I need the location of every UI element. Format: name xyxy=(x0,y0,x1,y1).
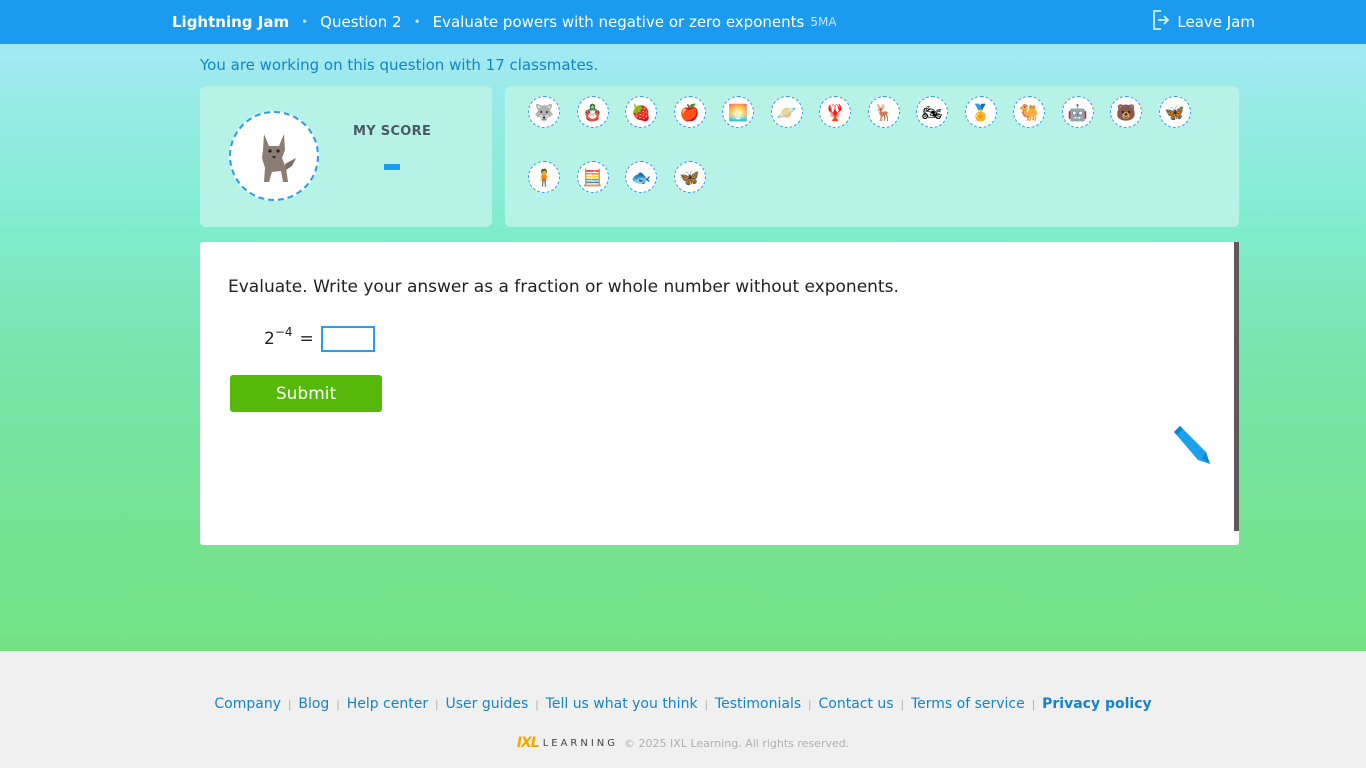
sunset-icon: 🌅 xyxy=(728,102,748,122)
footer-separator: | xyxy=(1031,700,1036,711)
footer-link-help-center[interactable]: Help center xyxy=(347,696,428,712)
deer-icon: 🦌 xyxy=(873,102,894,122)
classmates-status: You are working on this question with 17… xyxy=(200,56,599,74)
footer-link-contact-us[interactable]: Contact us xyxy=(819,696,894,712)
peer-avatar-yellow-butterfly: 🦋 xyxy=(673,161,706,193)
skill-code: 5MA xyxy=(810,15,837,29)
equation: 2 −4 = xyxy=(264,325,375,353)
peer-avatar-bear: 🐻 xyxy=(1110,96,1142,128)
peer-avatar-badge: 🏅 xyxy=(964,96,997,128)
equation-exponent: −4 xyxy=(274,325,293,339)
peer-avatar-planet: 🪐 xyxy=(770,96,803,128)
wolf-icon xyxy=(262,134,296,182)
score-label: MY SCORE xyxy=(353,124,432,139)
lobster-icon: 🦞 xyxy=(825,102,845,122)
butterfly-icon: 🦋 xyxy=(1164,102,1185,122)
copyright-text: © 2025 IXL Learning. All rights reserved… xyxy=(624,736,850,750)
peer-avatar-nesting-doll: 🪆 xyxy=(576,96,609,128)
footer-separator: | xyxy=(287,700,292,711)
footer-separator: | xyxy=(336,700,340,711)
scrollbar[interactable] xyxy=(1234,242,1239,531)
peer-avatar-sunset: 🌅 xyxy=(722,96,754,128)
breadcrumb: Lightning Jam • Question 2 • Evaluate po… xyxy=(172,0,837,44)
footer-separator: | xyxy=(704,700,708,711)
copyright-row: IXL LEARNING © 2025 IXL Learning. All ri… xyxy=(0,735,1366,751)
brand-title: Lightning Jam xyxy=(172,13,290,31)
peer-avatar-wolf: 🐺 xyxy=(528,96,560,128)
calculator-icon: 🧮 xyxy=(582,167,603,187)
apple-icon: 🍎 xyxy=(679,102,700,122)
nesting-doll-icon: 🪆 xyxy=(582,102,603,122)
footer-link-user-guides[interactable]: User guides xyxy=(445,696,528,712)
breadcrumb-separator: • xyxy=(413,15,421,29)
question-card: Evaluate. Write your answer as a fractio… xyxy=(200,242,1239,545)
skill-title: Evaluate powers with negative or zero ex… xyxy=(432,13,805,31)
ixl-logo-wordmark: LEARNING xyxy=(542,737,619,749)
footer-links: Company | Blog | Help center | User guides | Tel… xyxy=(0,696,1366,712)
badge-icon: 🏅 xyxy=(970,102,991,122)
exit-icon xyxy=(1152,9,1177,35)
footer-link-privacy-policy[interactable]: Privacy policy xyxy=(1042,696,1152,712)
equals-sign: = xyxy=(299,329,314,349)
footer-separator: | xyxy=(808,700,812,711)
explorer-icon: 🧍 xyxy=(534,167,554,187)
peer-avatar-robot: 🤖 xyxy=(1061,96,1094,128)
leave-jam-label: Leave Jam xyxy=(1177,13,1255,31)
ixl-logo-mark: IXL xyxy=(516,735,540,751)
peer-avatar-lobster: 🦞 xyxy=(819,96,851,128)
planet-icon: 🪐 xyxy=(776,102,797,122)
motorcycle-icon: 🏍 xyxy=(921,102,943,122)
robot-icon: 🤖 xyxy=(1067,102,1088,122)
footer-link-tell-us-what-you-think[interactable]: Tell us what you think xyxy=(546,696,698,712)
leave-jam-button[interactable]: Leave Jam xyxy=(1152,0,1255,44)
question-number: Question 2 xyxy=(320,13,402,31)
footer-link-testimonials[interactable]: Testimonials xyxy=(715,696,801,712)
peer-avatar-strawberry: 🍓 xyxy=(625,96,657,128)
peer-avatar-butterfly: 🦋 xyxy=(1158,96,1191,128)
strawberry-icon: 🍓 xyxy=(631,102,651,122)
camel-icon: 🐫 xyxy=(1019,102,1039,122)
peer-avatar-fish: 🐟 xyxy=(625,161,657,193)
ixl-logo: IXL LEARNING xyxy=(517,735,618,751)
peer-avatar-calculator: 🧮 xyxy=(576,161,609,193)
footer-link-blog[interactable]: Blog xyxy=(298,696,329,712)
equation-base: 2 xyxy=(264,329,275,349)
fish-icon: 🐟 xyxy=(631,167,651,187)
question-prompt: Evaluate. Write your answer as a fractio… xyxy=(228,277,899,297)
footer-link-terms-of-service[interactable]: Terms of service xyxy=(911,696,1025,712)
answer-input[interactable] xyxy=(320,326,375,352)
score-value xyxy=(384,164,400,170)
my-score-card: MY SCORE xyxy=(200,86,492,227)
footer-separator: | xyxy=(435,700,439,711)
peer-avatar-motorcycle: 🏍 xyxy=(916,96,948,128)
yellow-butterfly-icon: 🦋 xyxy=(679,167,700,187)
top-bar: Lightning Jam • Question 2 • Evaluate po… xyxy=(0,0,1366,44)
peer-avatar-deer: 🦌 xyxy=(867,96,900,128)
footer-separator: | xyxy=(535,700,539,711)
peer-avatar-explorer: 🧍 xyxy=(528,161,560,193)
breadcrumb-separator: • xyxy=(301,15,309,29)
pencil-icon[interactable] xyxy=(1168,422,1212,470)
bear-icon: 🐻 xyxy=(1116,102,1136,122)
peer-avatar-camel: 🐫 xyxy=(1013,96,1045,128)
footer-separator: | xyxy=(900,700,904,711)
my-avatar xyxy=(229,111,319,201)
classmates-panel: 🐺 🪆 🍓 🍎 🌅 🪐 🦞 🦌 🏍 🏅 🐫 🤖 🐻 🦋 🧍 🧮 🐟 🦋 xyxy=(505,86,1239,227)
footer-link-company[interactable]: Company xyxy=(214,696,281,712)
footer: Company | Blog | Help center | User guides | Tel… xyxy=(0,651,1366,768)
peer-avatar-apple: 🍎 xyxy=(673,96,706,128)
submit-button[interactable]: Submit xyxy=(230,375,382,412)
wolf-icon: 🐺 xyxy=(534,102,554,122)
